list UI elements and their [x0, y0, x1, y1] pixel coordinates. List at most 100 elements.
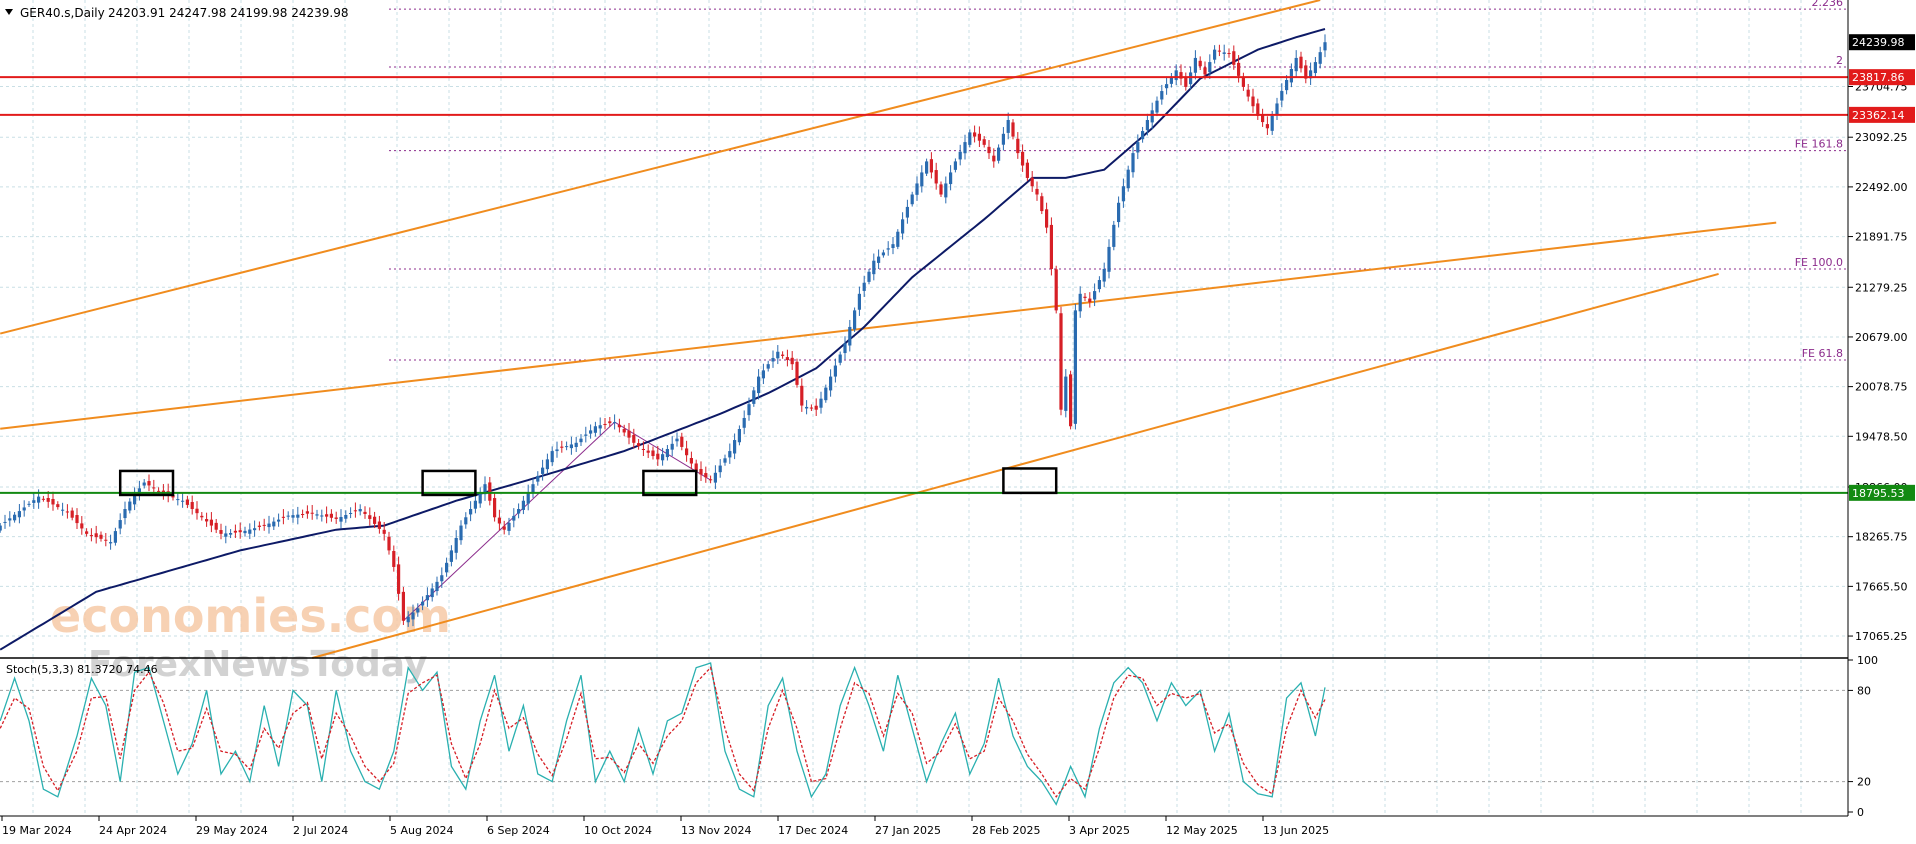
bear-candle: [617, 424, 621, 428]
bull-candle: [1145, 120, 1149, 131]
bull-candle: [1155, 100, 1159, 113]
bear-candle: [680, 436, 684, 447]
bull-candle: [949, 172, 953, 185]
bear-candle: [973, 132, 977, 137]
bull-candle: [478, 492, 482, 504]
bear-candle: [238, 530, 242, 533]
bull-candle: [833, 365, 837, 377]
bull-candle: [838, 354, 842, 363]
bear-candle: [992, 155, 996, 162]
time-tick-label: 6 Sep 2024: [487, 824, 550, 837]
bear-candle: [637, 443, 641, 447]
bear-candle: [1265, 124, 1269, 129]
time-tick-label: 24 Apr 2024: [99, 824, 167, 837]
bear-candle: [1016, 138, 1020, 154]
bull-candle: [723, 458, 727, 463]
bear-candle: [65, 511, 69, 513]
bull-candle: [1318, 52, 1322, 64]
bull-candle: [661, 454, 665, 461]
bull-candle: [349, 512, 353, 514]
bull-candle: [1093, 291, 1097, 300]
bull-candle: [454, 537, 458, 553]
bear-candle: [1227, 53, 1231, 55]
bull-candle: [896, 231, 900, 247]
bull-candle: [829, 376, 833, 391]
bull-candle: [843, 343, 847, 354]
bull-candle: [176, 499, 180, 501]
bear-candle: [795, 361, 799, 385]
bull-candle: [430, 588, 434, 598]
bear-candle: [205, 519, 209, 522]
bull-candle: [459, 525, 463, 541]
bull-candle: [358, 509, 362, 512]
stoch-tick-label: 80: [1857, 684, 1871, 697]
bull-candle: [1189, 72, 1193, 85]
bear-candle: [363, 511, 367, 514]
price-tick-label: 20679.00: [1855, 331, 1908, 344]
bear-candle: [94, 533, 98, 538]
bull-candle: [123, 509, 127, 519]
bull-candle: [891, 244, 895, 249]
bull-candle: [1165, 84, 1169, 89]
bear-candle: [560, 446, 564, 448]
bull-candle: [517, 509, 521, 514]
bear-candle: [301, 514, 305, 516]
bull-candle: [128, 501, 132, 511]
bear-candle: [1069, 374, 1073, 427]
bull-candle: [1270, 115, 1274, 131]
watermark-line-1: economies.com: [50, 589, 451, 643]
bear-candle: [781, 354, 785, 356]
bear-candle: [325, 514, 329, 517]
bull-candle: [1131, 153, 1135, 173]
bull-candle: [925, 161, 929, 174]
bull-candle: [886, 248, 890, 250]
bull-candle: [589, 430, 593, 434]
bear-candle: [1217, 50, 1221, 52]
bull-candle: [315, 514, 319, 516]
bear-candle: [1299, 56, 1303, 69]
bull-candle: [1121, 186, 1125, 202]
bear-candle: [392, 551, 396, 567]
bear-candle: [1049, 224, 1053, 269]
bull-candle: [181, 500, 185, 502]
bear-candle: [99, 534, 103, 539]
bear-candle: [353, 510, 357, 512]
bull-candle: [848, 326, 852, 346]
bear-candle: [46, 498, 50, 502]
bear-candle: [1198, 60, 1202, 67]
bull-candle: [881, 252, 885, 256]
time-tick-label: 19 Mar 2024: [2, 824, 72, 837]
bear-candle: [685, 448, 689, 456]
bull-candle: [541, 467, 545, 474]
bull-candle: [32, 500, 36, 503]
bull-candle: [1136, 142, 1140, 153]
time-tick-label: 28 Feb 2025: [972, 824, 1040, 837]
resistance-2-tag: 23362.14: [1852, 109, 1905, 122]
bear-candle: [80, 523, 84, 529]
bull-candle: [569, 444, 573, 449]
bull-candle: [17, 511, 21, 518]
bull-candle: [1078, 293, 1082, 312]
bear-candle: [982, 139, 986, 145]
bull-candle: [598, 425, 602, 429]
bear-candle: [152, 487, 156, 489]
bear-candle: [157, 490, 161, 492]
bear-candle: [699, 468, 703, 475]
bull-candle: [507, 522, 511, 531]
bear-candle: [209, 519, 213, 526]
bull-candle: [425, 595, 429, 601]
bear-candle: [89, 535, 93, 537]
bear-candle: [603, 423, 607, 425]
bear-candle: [104, 539, 108, 541]
bear-candle: [190, 502, 194, 510]
bull-candle: [718, 465, 722, 473]
bull-candle: [1275, 103, 1279, 116]
bull-candle: [243, 530, 247, 534]
bull-candle: [512, 515, 516, 521]
bull-candle: [824, 387, 828, 401]
bear-candle: [1045, 209, 1049, 228]
bull-candle: [1064, 376, 1068, 411]
bear-candle: [329, 513, 333, 518]
bull-candle: [1102, 268, 1106, 282]
bull-candle: [905, 206, 909, 218]
